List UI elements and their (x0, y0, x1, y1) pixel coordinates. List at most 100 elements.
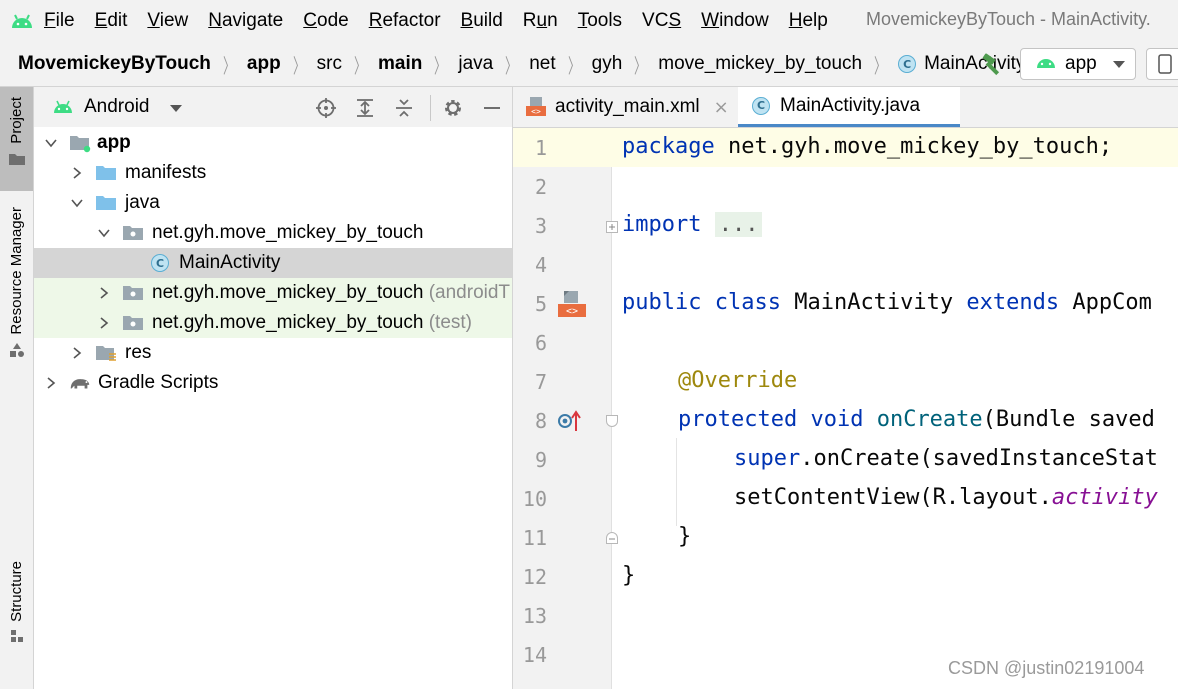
chevron-right-icon[interactable] (97, 286, 111, 300)
chevron-right-icon[interactable] (70, 166, 84, 180)
menu-run[interactable]: Run (523, 10, 558, 32)
related-layout-xml-icon[interactable]: <> (556, 289, 588, 324)
gradle-elephant-icon (68, 373, 92, 393)
line-number: 8 (534, 409, 547, 433)
tab-activity-main-xml[interactable]: <> activity_main.xml × (525, 87, 737, 127)
tree-suffix: (androidT (428, 282, 511, 303)
locate-target-icon[interactable] (315, 97, 337, 119)
structure-label: Structure (8, 561, 25, 622)
menu-window[interactable]: Window (701, 10, 769, 32)
run-configuration-select[interactable]: app (1020, 48, 1136, 80)
java-class-icon: C (752, 96, 770, 115)
crumb-java[interactable]: java (458, 53, 493, 75)
chevron-right-icon[interactable] (44, 376, 58, 390)
chevron-right-icon: 〉 (505, 55, 518, 78)
chevron-right-icon: 〉 (354, 55, 366, 78)
editor-tab-bar: <> activity_main.xml × C MainActivity.ja… (513, 87, 1178, 128)
tree-item-manifests[interactable]: manifests (34, 158, 512, 188)
menu-view[interactable]: View (147, 10, 188, 32)
line-number: 10 (522, 487, 547, 511)
collapse-all-icon[interactable] (393, 97, 415, 119)
menu-navigate[interactable]: Navigate (208, 10, 283, 32)
fold-end-icon[interactable] (606, 532, 618, 544)
line-number: 1 (534, 136, 547, 160)
tree-label: manifests (125, 162, 207, 183)
menu-vcs[interactable]: VCS (642, 10, 681, 32)
gear-icon[interactable] (442, 97, 464, 119)
java-class-icon: C (898, 55, 917, 73)
tree-item-res[interactable]: res (34, 338, 512, 368)
tree-item-app[interactable]: app (34, 128, 512, 158)
menu-edit[interactable]: Edit (95, 10, 128, 32)
line-number: 12 (522, 565, 547, 589)
tree-label: Gradle Scripts (98, 372, 219, 393)
code-line-14: } (622, 563, 636, 588)
line-number: 3 (534, 214, 547, 238)
tree-suffix: (test) (428, 312, 472, 333)
crumb-net[interactable]: net (529, 53, 555, 75)
header-divider (430, 95, 431, 121)
crumb-main[interactable]: main (378, 53, 422, 75)
folder-icon (94, 193, 118, 213)
tree-label: net.gyh.move_mickey_by_touch (test) (152, 312, 472, 333)
folder-icon (8, 152, 26, 171)
chevron-right-icon[interactable] (97, 316, 111, 330)
menu-help[interactable]: Help (789, 10, 828, 32)
code-line-10: protected void onCreate(Bundle saved (678, 407, 1155, 432)
tree-item-gradle-scripts[interactable]: Gradle Scripts (34, 368, 512, 398)
resource-manager-tool-tab[interactable]: Resource Manager (0, 207, 33, 387)
structure-tool-tab[interactable]: Structure (0, 561, 33, 671)
folded-imports[interactable]: ... (714, 212, 763, 237)
menu-tools[interactable]: Tools (578, 10, 622, 32)
close-icon[interactable]: × (714, 97, 729, 118)
tree-item-java[interactable]: java (34, 188, 512, 218)
folder-icon (94, 163, 118, 183)
crumb-mainactivity[interactable]: MainActivity (924, 53, 1025, 75)
project-panel: Android app manifests java net.gyh.move_… (34, 87, 513, 689)
expand-all-icon[interactable] (354, 97, 376, 119)
fold-collapse-icon[interactable] (606, 415, 618, 427)
overrides-method-icon[interactable] (556, 409, 584, 438)
breadcrumb: MovemickeyByTouch 〉 app 〉 src 〉 main 〉 j… (18, 42, 1025, 86)
menu-code[interactable]: Code (303, 10, 348, 32)
tool-window-strip: Project Resource Manager Structure (0, 87, 34, 689)
menu-refactor[interactable]: Refactor (369, 10, 441, 32)
line-number: 2 (534, 175, 547, 199)
tree-item-package-main[interactable]: net.gyh.move_mickey_by_touch (34, 218, 512, 248)
chevron-down-icon[interactable] (97, 226, 111, 240)
crumb-project[interactable]: MovemickeyByTouch (18, 53, 211, 75)
line-number: 6 (534, 331, 547, 355)
build-hammer-icon[interactable] (980, 53, 1004, 82)
chevron-right-icon[interactable] (70, 346, 84, 360)
minimize-icon[interactable] (481, 97, 503, 119)
line-number: 11 (522, 526, 547, 550)
code-line-1: package net.gyh.move_mickey_by_touch; (622, 134, 1113, 159)
tab-label: MainActivity.java (780, 94, 921, 116)
crumb-app[interactable]: app (247, 53, 281, 75)
line-number: 7 (534, 370, 547, 394)
dropdown-caret-icon[interactable] (169, 104, 182, 112)
code-line-13: } (678, 524, 692, 549)
tree-item-package-test[interactable]: net.gyh.move_mickey_by_touch (test) (34, 308, 512, 338)
tree-item-package-androidtest[interactable]: net.gyh.move_mickey_by_touch (androidT (34, 278, 512, 308)
line-number: 13 (522, 604, 547, 628)
chevron-right-icon: 〉 (567, 55, 580, 78)
project-tool-tab[interactable]: Project (0, 87, 33, 191)
crumb-gyh[interactable]: gyh (592, 53, 623, 75)
project-view-select[interactable]: Android (84, 96, 150, 118)
chevron-down-icon[interactable] (70, 196, 84, 210)
crumb-package[interactable]: move_mickey_by_touch (658, 53, 862, 75)
fold-expand-icon[interactable] (606, 221, 618, 233)
tab-label: activity_main.xml (555, 96, 700, 117)
tree-label: net.gyh.move_mickey_by_touch (152, 222, 424, 243)
svg-text:<>: <> (566, 306, 578, 317)
chevron-down-icon[interactable] (44, 136, 58, 150)
menu-file[interactable]: File (44, 10, 75, 32)
menu-build[interactable]: Build (461, 10, 503, 32)
line-number: 9 (534, 448, 547, 472)
tree-item-mainactivity[interactable]: C MainActivity (34, 248, 512, 278)
crumb-src[interactable]: src (317, 53, 342, 75)
device-select[interactable] (1146, 48, 1178, 80)
tab-mainactivity-java[interactable]: C MainActivity.java (738, 87, 960, 127)
chevron-right-icon: 〉 (634, 55, 647, 78)
